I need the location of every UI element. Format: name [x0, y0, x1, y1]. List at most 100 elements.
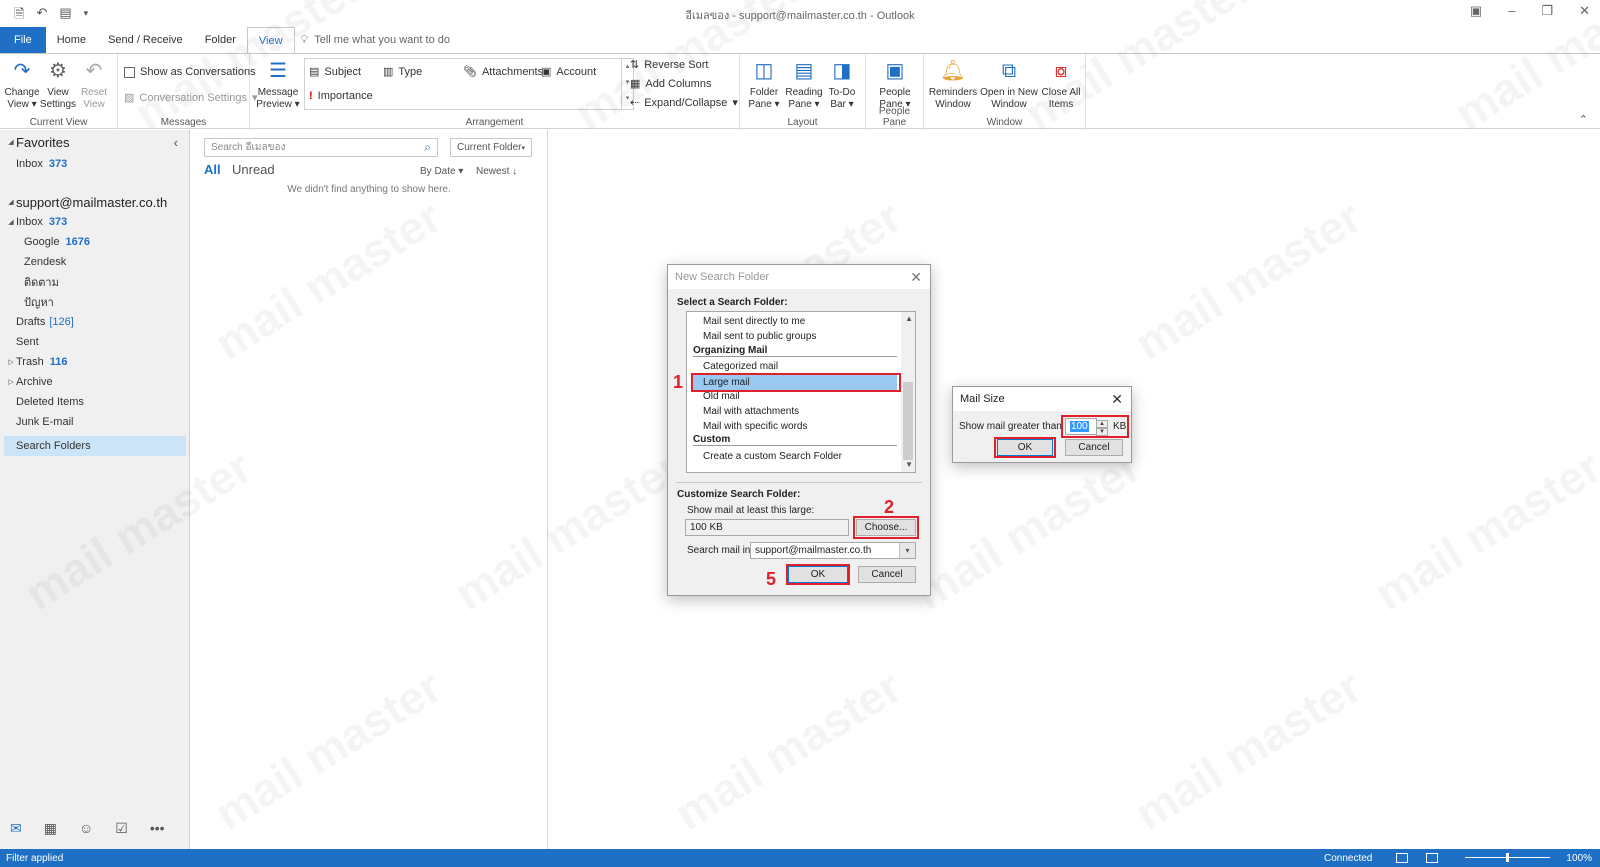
favorites-inbox[interactable]: Inbox 373	[0, 154, 190, 174]
mail-size-label: Show mail greater than	[959, 421, 1062, 432]
folder-problem[interactable]: ปัญหา	[0, 292, 190, 312]
folder-drafts[interactable]: Drafts [126]	[0, 312, 190, 332]
reading-view-icon[interactable]	[1426, 853, 1438, 863]
more-icon[interactable]: •••	[150, 820, 165, 836]
dialog-title: New Search Folder	[668, 265, 930, 289]
normal-view-icon[interactable]	[1396, 853, 1408, 863]
arrange-subject[interactable]: ▤ Subject	[309, 65, 361, 79]
filter-all[interactable]: All	[204, 162, 221, 177]
add-columns-button[interactable]: ▦ Add Columns	[630, 77, 711, 91]
ribbon-display-icon[interactable]: ▣	[1470, 3, 1482, 19]
group-label-layout: Layout	[787, 117, 818, 128]
list-item[interactable]: Mail with specific words	[703, 421, 807, 432]
scroll-down-icon[interactable]: ▼	[905, 460, 913, 469]
collapse-ribbon-icon[interactable]: ⌃	[1579, 113, 1588, 126]
people-pane-button[interactable]: ▣ People Pane ▾	[873, 58, 917, 111]
sort-by-dropdown[interactable]: By Date ▾	[420, 166, 463, 177]
account-header[interactable]: ◢ support@mailmaster.co.th	[0, 192, 190, 212]
window-controls: ▣ – ❐ ✕	[1470, 3, 1590, 19]
list-item[interactable]: Mail sent directly to me	[703, 316, 805, 327]
arrange-attachments[interactable]: 📎︎ Attachments	[463, 65, 543, 79]
message-preview-button[interactable]: ☰ Message Preview ▾	[254, 58, 302, 111]
mail-size-dialog: Mail Size ✕ Show mail greater than 100 ▲…	[952, 386, 1132, 463]
mail-icon[interactable]: ✉	[10, 820, 22, 837]
arrange-importance[interactable]: ! Importance	[309, 90, 373, 102]
search-folder-listbox[interactable]: Mail sent directly to me Mail sent to pu…	[686, 311, 916, 473]
tell-me-text: Tell me what you want to do	[314, 34, 450, 46]
todo-bar-button[interactable]: ◨ To-Do Bar ▾	[820, 58, 864, 111]
tab-send-receive[interactable]: Send / Receive	[97, 27, 194, 53]
list-item[interactable]: Old mail	[703, 391, 740, 402]
listbox-scrollbar[interactable]: ▲ ▼	[901, 312, 915, 472]
folder-followup[interactable]: ติดตาม	[0, 272, 190, 292]
bell-icon: 🔔︎	[940, 60, 966, 82]
people-icon[interactable]: ☺	[79, 820, 93, 836]
search-scope-dropdown[interactable]: Current Folder ▾	[450, 138, 532, 157]
arrange-account[interactable]: ▣ Account	[541, 65, 596, 79]
list-item[interactable]: Create a custom Search Folder	[703, 451, 842, 462]
folder-trash[interactable]: ▷ Trash 116	[0, 352, 190, 372]
connection-status: Connected	[1324, 852, 1373, 864]
list-item[interactable]: Categorized mail	[703, 361, 778, 372]
message-list: Search อีเมลของ ⌕ Current Folder ▾ All Un…	[190, 130, 548, 850]
reset-view-button[interactable]: ↶ Reset View	[72, 58, 116, 111]
tell-me-box[interactable]: 💡︎ Tell me what you want to do	[301, 27, 450, 53]
filter-unread[interactable]: Unread	[232, 162, 275, 177]
folder-search-folders[interactable]: Search Folders	[4, 436, 186, 456]
collapse-triangle-icon: ◢	[8, 139, 14, 146]
conversation-settings-button[interactable]: ▧ Conversation Settings ▾	[124, 91, 258, 105]
zoom-slider-thumb[interactable]	[1506, 853, 1509, 862]
folder-google[interactable]: Google 1676	[0, 232, 190, 252]
group-current-view: ↷ Change View ▾ ⚙ View Settings ↶ Reset …	[0, 54, 118, 130]
open-new-window-button[interactable]: ⧉ Open in New Window	[980, 58, 1038, 111]
chevron-down-icon: ▾	[521, 144, 525, 152]
zoom-level[interactable]: 100%	[1566, 853, 1592, 864]
list-item[interactable]: Mail with attachments	[703, 406, 799, 417]
close-icon[interactable]: ✕	[1111, 391, 1123, 408]
group-label-current-view: Current View	[29, 117, 88, 128]
minimize-icon[interactable]: –	[1508, 3, 1515, 19]
calendar-icon[interactable]: ▦	[44, 820, 57, 837]
cancel-button[interactable]: Cancel	[1065, 439, 1123, 456]
tab-file[interactable]: File	[0, 27, 46, 53]
reminders-window-button[interactable]: 🔔︎ Reminders Window	[928, 58, 978, 111]
group-messages: Show as Conversations ▧ Conversation Set…	[118, 54, 258, 130]
close-icon[interactable]: ✕	[910, 269, 922, 286]
favorites-header[interactable]: ◢ Favorites ‹	[0, 132, 190, 152]
restore-icon[interactable]: ❐	[1541, 3, 1553, 19]
tab-view[interactable]: View	[246, 27, 295, 53]
expand-collapse-button[interactable]: ⇠ Expand/Collapse ▾	[630, 96, 738, 110]
folder-zendesk[interactable]: Zendesk	[0, 252, 190, 272]
list-item[interactable]: Mail sent to public groups	[703, 331, 816, 342]
scroll-up-icon[interactable]: ▲	[905, 314, 913, 323]
view-buttons	[1396, 853, 1438, 863]
folder-junk[interactable]: Junk E-mail	[0, 412, 190, 432]
search-icon[interactable]: ⌕	[424, 140, 431, 155]
scroll-thumb[interactable]	[903, 382, 913, 460]
folder-deleted-items[interactable]: Deleted Items	[0, 392, 190, 412]
show-at-least-label: Show mail at least this large:	[687, 505, 815, 516]
arrange-type[interactable]: ▥ Type	[383, 65, 422, 79]
folder-sent[interactable]: Sent	[0, 332, 190, 352]
tasks-icon[interactable]: ☑	[115, 820, 128, 837]
show-as-conversations-checkbox[interactable]: Show as Conversations	[124, 66, 256, 78]
tab-home[interactable]: Home	[46, 27, 97, 53]
minimize-pane-icon[interactable]: ‹	[174, 135, 178, 150]
folder-pane-button[interactable]: ◫ Folder Pane ▾	[742, 58, 786, 111]
folder-inbox[interactable]: ◢ Inbox 373	[0, 212, 190, 232]
group-layout: ◫ Folder Pane ▾ ▤ Reading Pane ▾ ◨ To-Do…	[740, 54, 866, 130]
reverse-sort-button[interactable]: ⇅ Reverse Sort	[630, 58, 708, 72]
tab-folder[interactable]: Folder	[194, 27, 247, 53]
module-switcher: ✉ ▦ ☺ ☑ •••	[0, 810, 190, 846]
checkbox-icon	[124, 66, 135, 78]
sort-order-toggle[interactable]: Newest ↓	[476, 166, 517, 177]
close-icon[interactable]: ✕	[1579, 3, 1590, 19]
cancel-button[interactable]: Cancel	[858, 566, 916, 583]
highlight-large-mail	[691, 373, 901, 392]
folder-archive[interactable]: ▷ Archive	[0, 372, 190, 392]
close-all-items-button[interactable]: ⧇ Close All Items	[1038, 58, 1084, 111]
search-in-dropdown[interactable]: support@mailmaster.co.th ▾	[750, 542, 916, 559]
group-label-arrangement: Arrangement	[465, 117, 524, 128]
collapse-triangle-icon: ◢	[8, 219, 14, 226]
search-input[interactable]: Search อีเมลของ ⌕	[204, 138, 438, 157]
